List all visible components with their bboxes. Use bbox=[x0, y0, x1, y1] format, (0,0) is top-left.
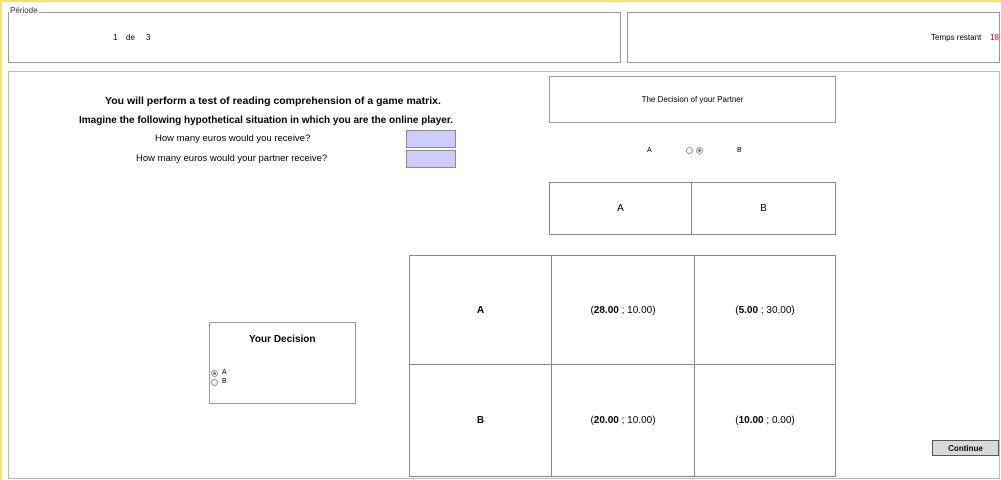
payoff-ba-self: 20.00 bbox=[593, 415, 619, 426]
partner-euros-input[interactable] bbox=[406, 150, 456, 168]
your-radio-a[interactable] bbox=[211, 370, 218, 377]
row-header-a-label: A bbox=[476, 304, 485, 316]
payoff-bb-partner: ; 0.00) bbox=[763, 415, 795, 426]
period-total: 3 bbox=[146, 33, 151, 42]
payoff-cell-aa: (28.00 ; 10.00) bbox=[551, 255, 695, 365]
time-remaining-label: Temps restant bbox=[931, 33, 982, 42]
period-panel bbox=[8, 12, 621, 63]
your-option-b-label: B bbox=[222, 378, 227, 385]
column-header-a-label: A bbox=[617, 203, 624, 214]
payoff-cell-bb: (10.00 ; 0.00) bbox=[694, 364, 836, 477]
your-decision-title: Your Decision bbox=[249, 334, 316, 345]
payoff-aa-partner: ; 10.00) bbox=[618, 304, 656, 316]
partner-option-b-label: B bbox=[737, 147, 742, 154]
continue-button[interactable]: Continue bbox=[932, 440, 999, 456]
payoff-cell-ab: (5.00 ; 30.00) bbox=[694, 255, 836, 365]
self-euros-input[interactable] bbox=[406, 130, 456, 148]
question-partner-label: How many euros would your partner receiv… bbox=[136, 153, 328, 164]
row-header-a: A bbox=[409, 255, 552, 365]
row-header-b: B bbox=[409, 364, 552, 477]
row-header-b-label: B bbox=[476, 415, 485, 426]
period-current: 1 bbox=[113, 33, 118, 42]
payoff-ab-partner: ; 30.00) bbox=[758, 304, 795, 316]
column-header-b: B bbox=[691, 182, 836, 235]
partner-radio-a[interactable] bbox=[686, 147, 693, 154]
question-self-label: How many euros would you receive? bbox=[155, 133, 311, 144]
payoff-ba-partner: ; 10.00) bbox=[618, 415, 656, 426]
payoff-aa-self: 28.00 bbox=[593, 304, 619, 316]
payoff-ab-self: 5.00 bbox=[738, 304, 759, 316]
instruction-line-2: Imagine the following hypothetical situa… bbox=[79, 115, 453, 126]
payoff-cell-ba: (20.00 ; 10.00) bbox=[551, 364, 695, 477]
partner-decision-box: The Decision of your Partner bbox=[549, 76, 836, 123]
your-radio-b[interactable] bbox=[211, 379, 218, 386]
partner-radio-b[interactable] bbox=[696, 147, 703, 154]
column-header-a: A bbox=[549, 182, 692, 235]
time-remaining-value: 18 bbox=[990, 33, 999, 42]
period-legend: Période bbox=[9, 6, 39, 15]
payoff-bb-self: 10.00 bbox=[738, 415, 764, 426]
partner-decision-title: The Decision of your Partner bbox=[641, 95, 744, 104]
period-of-label: de bbox=[126, 33, 135, 42]
partner-option-a-label: A bbox=[647, 147, 652, 154]
continue-button-label: Continue bbox=[948, 443, 983, 453]
column-header-b-label: B bbox=[760, 203, 767, 214]
your-option-a-label: A bbox=[222, 369, 227, 376]
instruction-line-1: You will perform a test of reading compr… bbox=[105, 95, 441, 107]
